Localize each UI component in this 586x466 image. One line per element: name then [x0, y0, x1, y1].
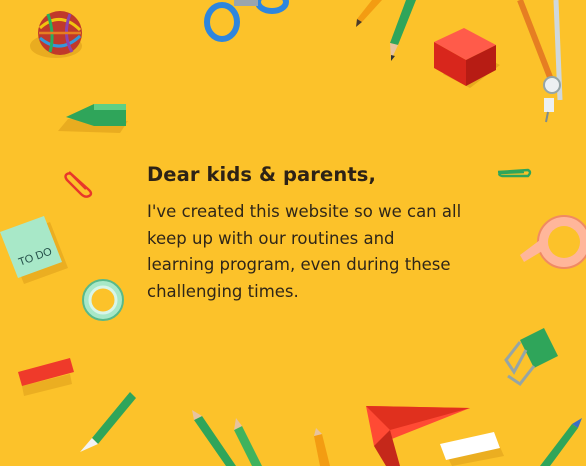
- pencil-icon: [234, 418, 262, 466]
- eraser-icon: [440, 432, 504, 466]
- eraser-icon: [18, 358, 74, 396]
- scissors-icon: [204, 0, 289, 42]
- pencil-icon: [192, 410, 236, 466]
- compass-icon: [517, 0, 563, 123]
- pencil-icon: [356, 0, 382, 27]
- pencil-icon: [390, 0, 416, 61]
- tape-roll-icon: [520, 215, 586, 269]
- sticky-note-icon: TO DO: [0, 216, 68, 284]
- welcome-message: I've created this website so we can all …: [147, 202, 462, 301]
- paper-clip-icon: [497, 168, 532, 178]
- pencil-icon: [540, 418, 582, 466]
- eraser-icon: [434, 28, 500, 88]
- pencil-icon: [314, 428, 330, 466]
- tape-roll-icon: [82, 279, 124, 321]
- pencil-icon: [80, 392, 136, 452]
- welcome-letter: Dear kids & parents, I've created this w…: [147, 162, 467, 305]
- paper-clip-icon: [64, 171, 93, 198]
- binder-clip-icon: [504, 328, 558, 387]
- eraser-icon: [58, 104, 128, 133]
- greeting-heading: Dear kids & parents,: [147, 163, 376, 186]
- rubber-band-ball-icon: [30, 11, 82, 58]
- banner: TO DO Dear kids & parents, I've created …: [0, 0, 586, 466]
